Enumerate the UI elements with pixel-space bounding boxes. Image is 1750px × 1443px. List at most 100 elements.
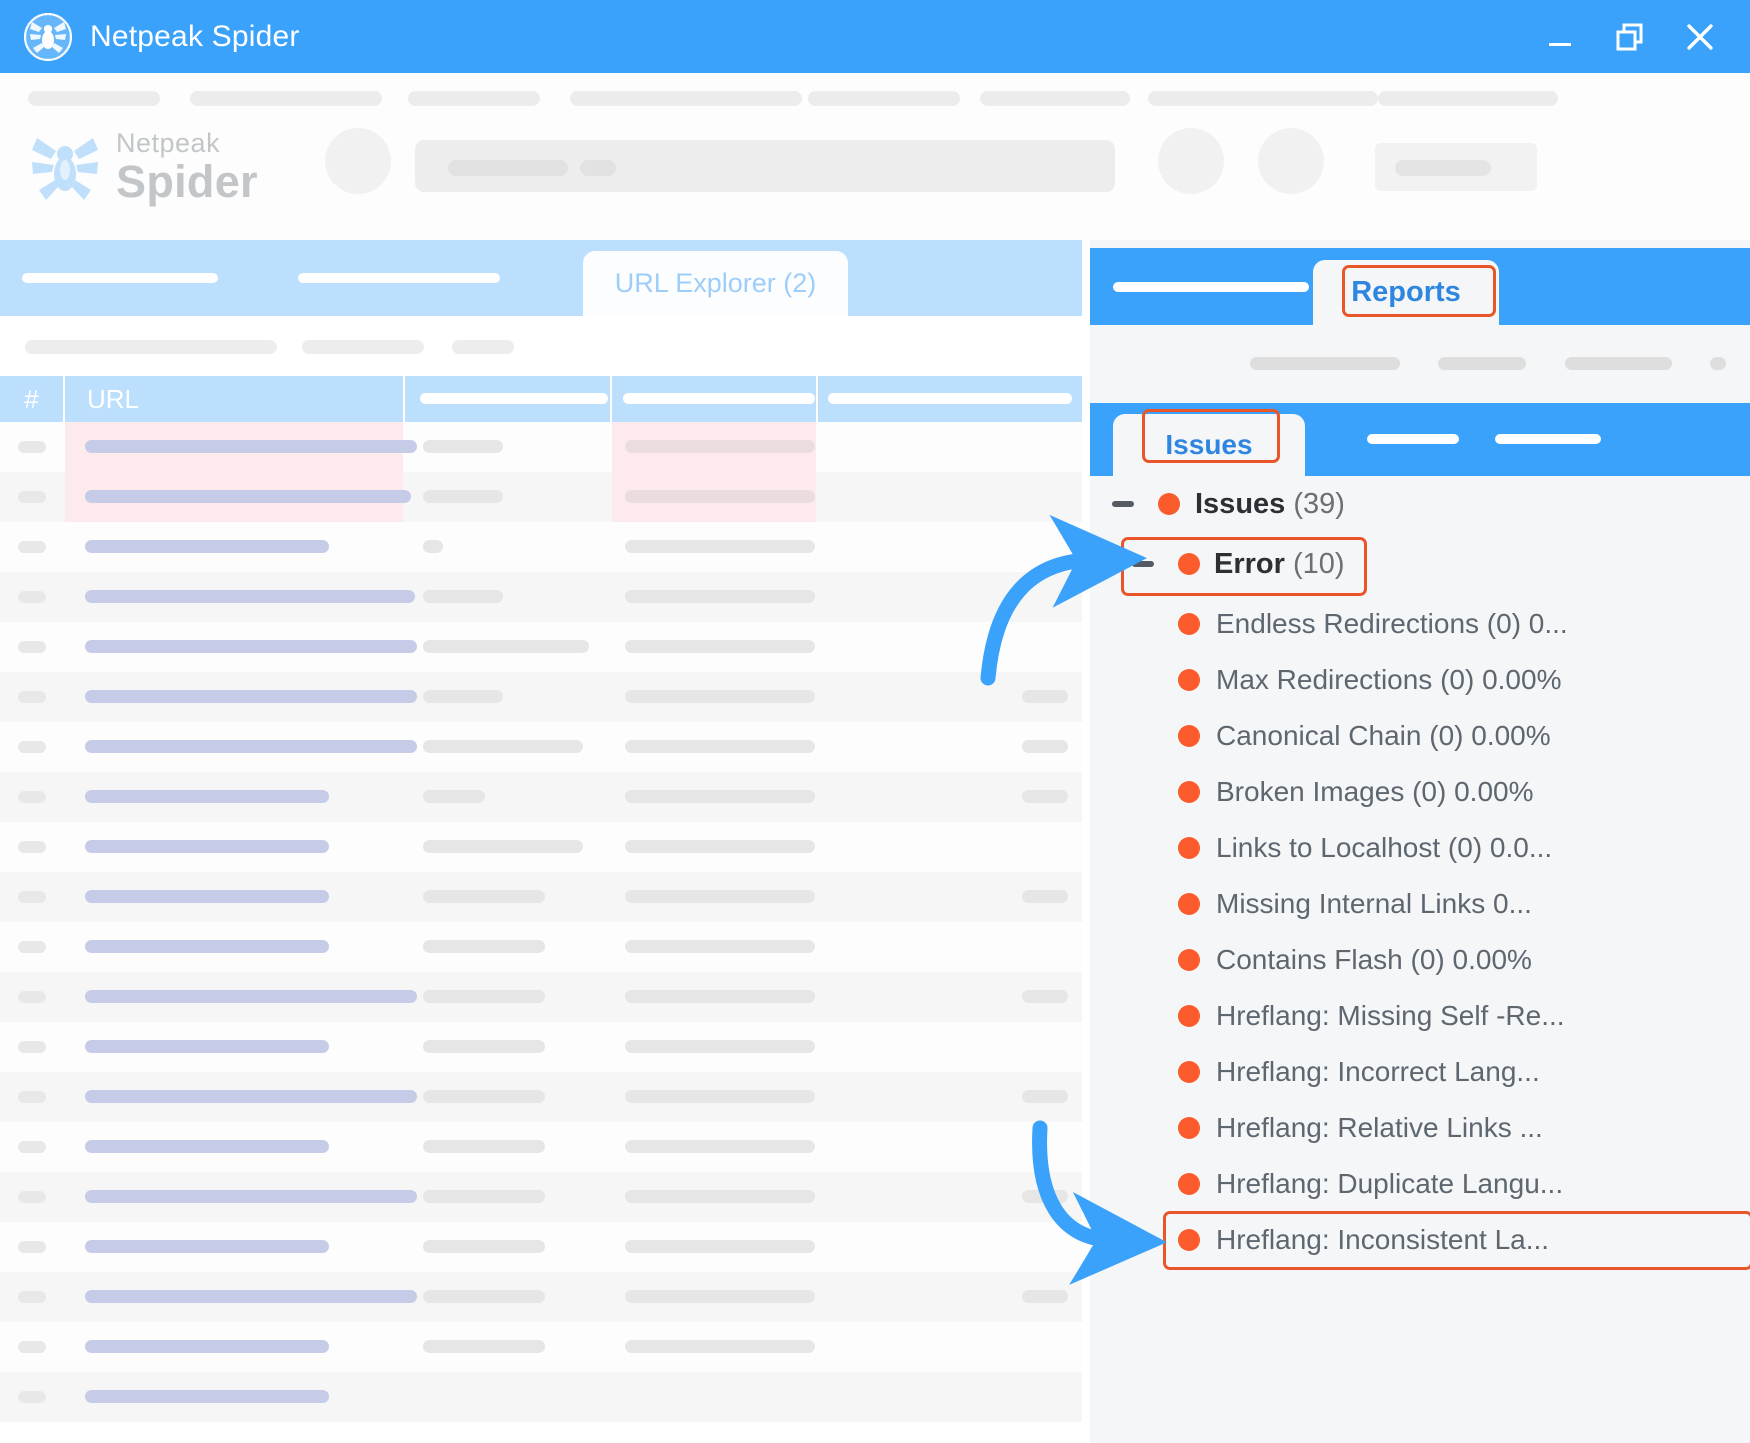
restore-button[interactable] <box>1612 19 1648 55</box>
table-row[interactable] <box>0 422 1082 472</box>
subtoolbar-control-1[interactable] <box>25 340 277 354</box>
tree-node-issue-5[interactable]: Links to Localhost (0) 0.0... <box>1090 820 1750 876</box>
table-row[interactable] <box>0 972 1082 1022</box>
collapse-toggle-icon[interactable] <box>1112 501 1134 507</box>
row-index-value <box>18 641 46 653</box>
main-tab-2[interactable] <box>298 273 500 283</box>
tree-node-issue-3-label: Canonical Chain (0) 0.00% <box>1216 720 1551 751</box>
toolbar-round-button-1[interactable] <box>325 128 391 194</box>
issues-tab-2[interactable] <box>1367 434 1459 444</box>
table-row[interactable] <box>0 672 1082 722</box>
tab-reports[interactable]: Reports <box>1313 260 1499 325</box>
menu-item-7[interactable] <box>1148 91 1378 106</box>
table-row[interactable] <box>0 1022 1082 1072</box>
tree-node-issue-2[interactable]: Max Redirections (0) 0.00% <box>1090 652 1750 708</box>
tree-node-issue-10[interactable]: Hreflang: Relative Links ... <box>1090 1100 1750 1156</box>
cell-value-column-4 <box>625 1190 815 1203</box>
tree-node-issue-9[interactable]: Hreflang: Incorrect Lang... <box>1090 1044 1750 1100</box>
table-row[interactable] <box>0 1322 1082 1372</box>
table-row[interactable] <box>0 722 1082 772</box>
subtoolbar-control-3[interactable] <box>452 340 514 354</box>
menu-item-2[interactable] <box>190 91 382 106</box>
column-header-label-5 <box>828 393 1072 404</box>
url-cell-value <box>85 1290 417 1303</box>
issues-tab-3[interactable] <box>1495 434 1601 444</box>
cell-value-column-3 <box>423 690 503 703</box>
row-index-value <box>18 1141 46 1153</box>
tree-node-error-label: Error (10) <box>1214 547 1345 580</box>
restore-icon <box>1616 23 1643 50</box>
cell-value-column-4 <box>625 590 815 603</box>
brand-name-top: Netpeak <box>116 127 221 158</box>
tree-node-issue-1[interactable]: Endless Redirections (0) 0... <box>1090 596 1750 652</box>
tree-node-issue-4[interactable]: Broken Images (0) 0.00% <box>1090 764 1750 820</box>
tree-node-issues[interactable]: Issues (39) <box>1090 476 1750 532</box>
table-row[interactable] <box>0 1072 1082 1122</box>
column-header-url[interactable]: URL <box>65 376 403 422</box>
table-row[interactable] <box>0 1372 1082 1422</box>
row-index-value <box>18 891 46 903</box>
row-index-value <box>18 491 46 503</box>
cell-value-column-3 <box>423 590 503 603</box>
reports-subtoolbar-control-1[interactable] <box>1250 357 1400 370</box>
reports-panel: Reports Issues Issues (39) Error (10) Endl… <box>1090 240 1750 1443</box>
tab-url-explorer[interactable]: URL Explorer (2) <box>583 251 848 316</box>
cell-value-column-3 <box>423 890 545 903</box>
cell-value-column-3 <box>423 540 443 553</box>
tree-node-issue-3[interactable]: Canonical Chain (0) 0.00% <box>1090 708 1750 764</box>
column-header-index[interactable]: # <box>0 376 63 422</box>
table-row[interactable] <box>0 622 1082 672</box>
table-row[interactable] <box>0 872 1082 922</box>
cell-value-column-5 <box>1022 790 1068 803</box>
menu-item-3[interactable] <box>408 91 540 106</box>
reports-subtoolbar-control-2[interactable] <box>1438 357 1526 370</box>
tree-node-issue-6[interactable]: Missing Internal Links 0... <box>1090 876 1750 932</box>
main-tab-1[interactable] <box>22 273 218 283</box>
severity-dot-icon <box>1178 1061 1200 1083</box>
table-cell <box>818 1022 1082 1072</box>
title-bar: Netpeak Spider <box>0 0 1750 73</box>
toolbar-round-button-2[interactable] <box>1158 128 1224 194</box>
reports-subtoolbar-control-4[interactable] <box>1710 357 1726 370</box>
tree-node-issue-12[interactable]: Hreflang: Inconsistent La... <box>1090 1212 1750 1268</box>
cell-value-column-5 <box>1022 890 1068 903</box>
table-row[interactable] <box>0 1222 1082 1272</box>
table-row[interactable] <box>0 1172 1082 1222</box>
table-cell <box>818 572 1082 622</box>
table-row[interactable] <box>0 572 1082 622</box>
tab-issues[interactable]: Issues <box>1113 414 1305 476</box>
close-button[interactable] <box>1682 19 1718 55</box>
column-header-index-label: # <box>24 383 39 414</box>
tree-node-issue-7[interactable]: Contains Flash (0) 0.00% <box>1090 932 1750 988</box>
row-index-value <box>18 741 46 753</box>
table-row[interactable] <box>0 1122 1082 1172</box>
table-row[interactable] <box>0 922 1082 972</box>
table-row[interactable] <box>0 822 1082 872</box>
cell-value-column-4 <box>625 740 815 753</box>
minimize-button[interactable] <box>1542 19 1578 55</box>
table-row[interactable] <box>0 1272 1082 1322</box>
table-row[interactable] <box>0 522 1082 572</box>
toolbar-round-button-3[interactable] <box>1258 128 1324 194</box>
url-cell-value <box>85 940 329 953</box>
app-window: Netpeak Spider Netpeak Spider URL Explor… <box>0 0 1750 1443</box>
menu-item-5[interactable] <box>808 91 960 106</box>
brand-name-bottom: Spider <box>116 155 258 207</box>
reports-tab-1[interactable] <box>1113 282 1309 292</box>
tree-node-error[interactable]: Error (10) <box>1090 536 1750 592</box>
collapse-toggle-icon[interactable] <box>1132 561 1154 567</box>
reports-subtoolbar-control-3[interactable] <box>1565 357 1672 370</box>
menu-item-1[interactable] <box>28 91 160 106</box>
table-row[interactable] <box>0 772 1082 822</box>
url-cell-value <box>85 440 417 453</box>
cell-value-column-4 <box>625 1290 815 1303</box>
subtoolbar-control-2[interactable] <box>302 340 424 354</box>
table-cell <box>818 822 1082 872</box>
table-row[interactable] <box>0 472 1082 522</box>
cell-value-column-4 <box>625 840 815 853</box>
menu-item-4[interactable] <box>570 91 802 106</box>
tree-node-issue-8[interactable]: Hreflang: Missing Self -Re... <box>1090 988 1750 1044</box>
tree-node-issue-11[interactable]: Hreflang: Duplicate Langu... <box>1090 1156 1750 1212</box>
menu-item-6[interactable] <box>980 91 1130 106</box>
menu-item-8[interactable] <box>1378 91 1558 106</box>
